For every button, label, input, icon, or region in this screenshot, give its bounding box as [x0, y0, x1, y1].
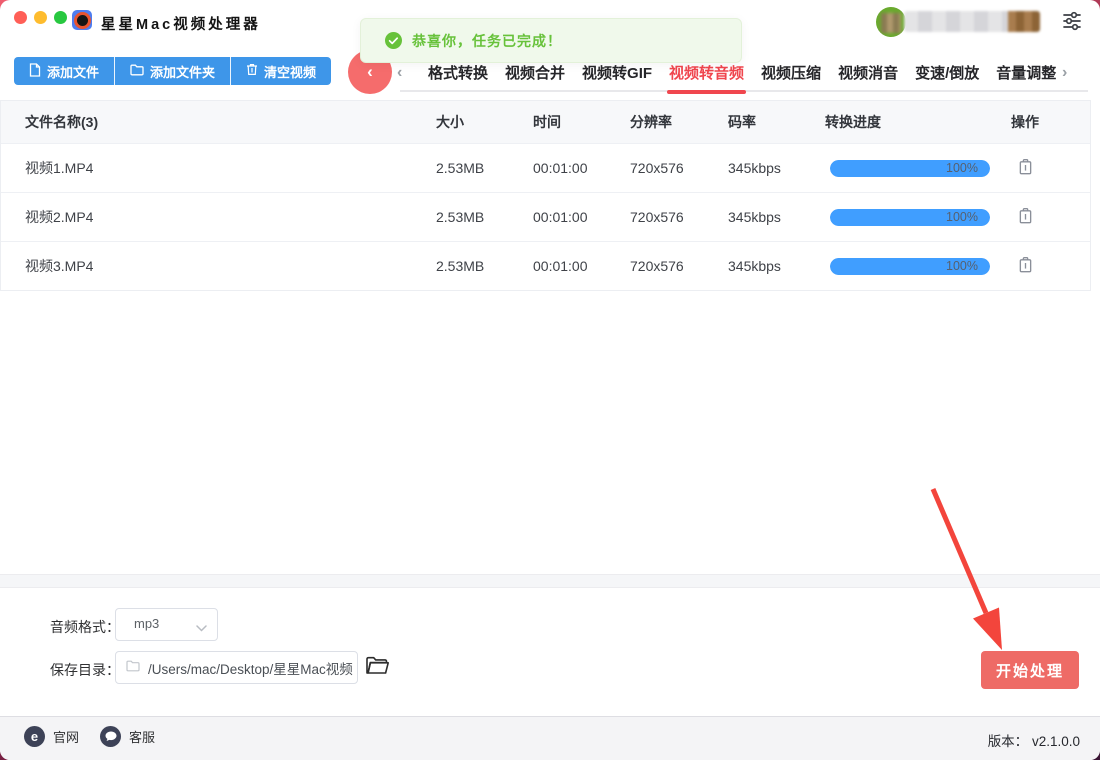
table-header-row: 文件名称(3) 大小 时间 分辨率 码率 转换进度 操作 [1, 101, 1090, 143]
audio-format-select[interactable]: mp3 [115, 608, 218, 641]
app-window: 星星Mac视频处理器 添加文件 添加文件夹 清空视频 ‹ ‹ 格式转换 视频合并… [0, 0, 1100, 760]
footer-bar: e 官网 客服 版本： v2.1.0.0 [0, 716, 1100, 760]
table-row: 视频1.MP4 2.53MB 00:01:00 720x576 345kbps … [1, 143, 1090, 192]
panel-divider [0, 574, 1100, 588]
file-button-group: 添加文件 添加文件夹 清空视频 [14, 57, 332, 85]
version-value: v2.1.0.0 [1031, 734, 1080, 749]
col-progress: 转换进度 [825, 114, 881, 130]
save-dir-input[interactable]: /Users/mac/Desktop/星星Mac视频 [115, 651, 358, 684]
file-time: 00:01:00 [533, 209, 588, 225]
version-label: 版本： [987, 734, 1029, 749]
file-resolution: 720x576 [630, 258, 684, 274]
feature-tabs: 格式转换 视频合并 视频转GIF 视频转音频 视频压缩 视频消音 变速/倒放 音… [428, 62, 1056, 94]
add-file-label: 添加文件 [47, 64, 100, 80]
file-table: 文件名称(3) 大小 时间 分辨率 码率 转换进度 操作 视频1.MP4 2.5… [0, 100, 1091, 291]
file-resolution: 720x576 [630, 160, 684, 176]
file-size: 2.53MB [436, 160, 485, 176]
file-name: 视频1.MP4 [25, 160, 94, 176]
support-label: 客服 [129, 730, 156, 745]
table-row: 视频2.MP4 2.53MB 00:01:00 720x576 345kbps … [1, 192, 1090, 241]
col-time: 时间 [533, 114, 561, 130]
browser-e-icon: e [24, 726, 45, 747]
col-resolution: 分辨率 [630, 114, 672, 130]
file-name: 视频2.MP4 [25, 209, 94, 225]
chevron-down-icon [196, 619, 207, 637]
clear-videos-button[interactable]: 清空视频 [231, 57, 332, 85]
file-size: 2.53MB [436, 209, 485, 225]
clear-videos-label: 清空视频 [264, 64, 317, 80]
version-text: 版本： v2.1.0.0 [988, 730, 1080, 750]
file-size: 2.53MB [436, 258, 485, 274]
official-site-link[interactable]: e 官网 [24, 726, 79, 747]
app-title: 星星Mac视频处理器 [101, 17, 261, 33]
app-logo-icon [72, 10, 92, 30]
chat-bubble-icon [100, 726, 121, 747]
official-site-label: 官网 [53, 730, 80, 745]
tab-video-merge[interactable]: 视频合并 [505, 62, 565, 92]
file-bitrate: 345kbps [728, 209, 781, 225]
zoom-window-button[interactable] [54, 11, 67, 24]
delete-row-button[interactable] [1013, 205, 1037, 229]
add-file-button[interactable]: 添加文件 [14, 57, 116, 85]
file-bitrate: 345kbps [728, 258, 781, 274]
file-name: 视频3.MP4 [25, 258, 94, 274]
col-size: 大小 [436, 114, 464, 130]
tabs-scroll-left-icon[interactable]: ‹ [397, 64, 402, 82]
tab-video-compress[interactable]: 视频压缩 [761, 62, 821, 92]
progress-bar: 100% [830, 159, 990, 177]
file-time: 00:01:00 [533, 258, 588, 274]
start-processing-button[interactable]: 开始处理 [981, 651, 1079, 689]
tab-video-to-gif[interactable]: 视频转GIF [582, 62, 652, 92]
user-avatar[interactable] [876, 7, 906, 37]
tabs-scroll-right-icon[interactable]: › [1062, 64, 1067, 82]
table-row: 视频3.MP4 2.53MB 00:01:00 720x576 345kbps … [1, 241, 1090, 290]
close-window-button[interactable] [14, 11, 27, 24]
tab-video-to-audio[interactable]: 视频转音频 [667, 62, 747, 94]
success-toast: 恭喜你，任务已完成！ [360, 18, 742, 63]
trash-icon [246, 63, 258, 79]
blurred-username [904, 11, 1040, 32]
file-bitrate: 345kbps [728, 160, 781, 176]
col-filename: 文件名称(3) [25, 114, 99, 130]
save-dir-label: 保存目录： [50, 662, 120, 678]
minimize-window-button[interactable] [34, 11, 47, 24]
toast-message: 恭喜你，任务已完成！ [412, 32, 562, 49]
audio-format-value: mp3 [134, 616, 160, 631]
tab-volume-adjust[interactable]: 音量调整 [996, 62, 1056, 92]
file-resolution: 720x576 [630, 209, 684, 225]
tab-format-convert[interactable]: 格式转换 [428, 62, 488, 92]
folder-small-icon [126, 659, 140, 677]
col-bitrate: 码率 [728, 114, 756, 130]
progress-bar: 100% [830, 208, 990, 226]
file-icon [29, 62, 41, 80]
success-check-icon [385, 32, 402, 49]
add-folder-button[interactable]: 添加文件夹 [115, 57, 232, 85]
delete-row-button[interactable] [1013, 254, 1037, 278]
audio-format-label: 音频格式： [50, 619, 120, 635]
col-action: 操作 [1011, 114, 1039, 130]
progress-value: 100% [946, 209, 978, 224]
browse-folder-button[interactable] [364, 655, 390, 679]
save-dir-value: /Users/mac/Desktop/星星Mac视频 [148, 661, 353, 677]
tab-speed-reverse[interactable]: 变速/倒放 [915, 62, 979, 92]
support-link[interactable]: 客服 [100, 726, 155, 747]
tab-video-mute[interactable]: 视频消音 [838, 62, 898, 92]
file-time: 00:01:00 [533, 160, 588, 176]
delete-row-button[interactable] [1013, 156, 1037, 180]
progress-value: 100% [946, 258, 978, 273]
settings-sliders-icon[interactable] [1060, 9, 1084, 33]
progress-value: 100% [946, 160, 978, 175]
folder-icon [130, 64, 144, 79]
add-folder-label: 添加文件夹 [150, 64, 216, 80]
progress-bar: 100% [830, 257, 990, 275]
